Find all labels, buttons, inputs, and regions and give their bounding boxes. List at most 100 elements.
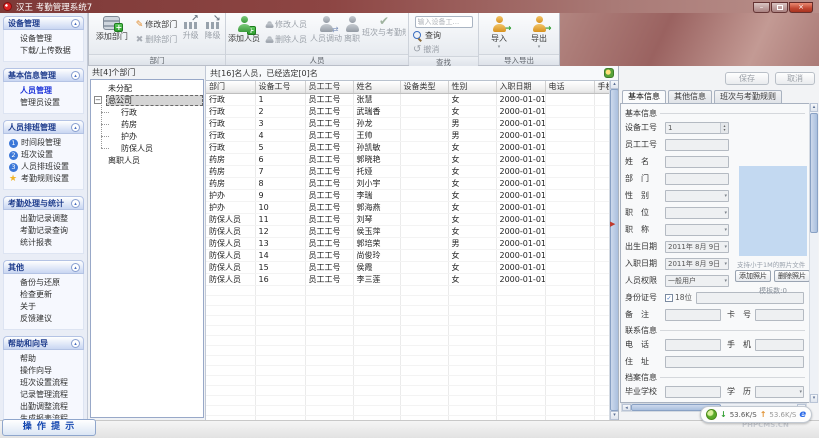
table-row[interactable]: 药房8员工工号刘小宇女2000-01-01 — [206, 177, 609, 189]
scrollbar-thumb[interactable] — [810, 113, 818, 233]
school-field[interactable] — [665, 386, 721, 398]
collapse-icon[interactable] — [71, 19, 80, 28]
sidebar-item[interactable]: 下载/上传数据 — [4, 45, 83, 57]
table-row[interactable]: 药房7员工工号托娅女2000-01-01 — [206, 165, 609, 177]
export-button[interactable]: → 导出 ▾ — [523, 14, 555, 54]
network-speed-widget[interactable]: ↓ 53.6K/S ↑ 53.6K/S e — [700, 406, 812, 423]
delete-photo-button[interactable]: 删除照片 — [774, 270, 810, 282]
device-no-spinner[interactable]: 1▴▾ — [665, 122, 729, 134]
sidebar-group-header[interactable]: 考勤处理与统计 — [3, 196, 84, 210]
sidebar-item[interactable]: ★考勤规则设置 — [4, 173, 83, 185]
sidebar-item[interactable]: 反馈建议 — [4, 313, 83, 325]
job-title-select[interactable]: ▾ — [665, 224, 729, 236]
phone-field[interactable] — [665, 339, 721, 351]
scroll-left-icon[interactable]: ◂ — [622, 404, 631, 411]
search-input[interactable] — [415, 16, 473, 28]
sidebar-item[interactable]: 人员管理 — [4, 85, 83, 97]
sidebar-group-header[interactable]: 人员排班管理 — [3, 120, 84, 134]
column-header[interactable]: 员工工号 — [305, 81, 353, 93]
table-row[interactable]: 防保人员14员工工号尚俊玲女2000-01-01 — [206, 249, 609, 261]
column-header[interactable]: 部门 — [206, 81, 255, 93]
close-button[interactable]: × — [789, 2, 813, 13]
hire-date-picker[interactable]: 2011年 8月 9日▾ — [665, 258, 729, 270]
detail-tab[interactable]: 其他信息 — [668, 90, 712, 103]
education-select[interactable]: ▾ — [755, 386, 804, 398]
shift-rule-button[interactable]: ✔ 班次与考勤规则 — [362, 14, 406, 54]
tree-node[interactable]: 护办 — [91, 130, 203, 142]
add-photo-button[interactable]: 添加照片 — [735, 270, 771, 282]
column-header[interactable]: 手机 — [594, 81, 609, 93]
spinner-arrows-icon[interactable]: ▴▾ — [720, 123, 728, 133]
sidebar-item[interactable]: 管理员设置 — [4, 97, 83, 109]
column-header[interactable]: 入职日期 — [496, 81, 545, 93]
downgrade-department-button[interactable]: 降级 — [202, 14, 223, 54]
sidebar-group-header[interactable]: 基本信息管理 — [3, 68, 84, 82]
tree-node[interactable]: 防保人员 — [91, 142, 203, 154]
sidebar-item[interactable]: 1时间段管理 — [4, 137, 83, 149]
splitter-collapse-arrow[interactable]: ▶ — [610, 220, 615, 228]
detail-vertical-scrollbar[interactable]: ▴ ▾ — [809, 103, 818, 403]
delete-department-button[interactable]: ✖ 删除部门 — [134, 33, 180, 46]
column-header[interactable]: 性别 — [448, 81, 496, 93]
sidebar-item[interactable]: 3人员排班设置 — [4, 161, 83, 173]
column-header[interactable]: 设备类型 — [400, 81, 448, 93]
sidebar-item[interactable]: 帮助 — [4, 353, 83, 365]
sidebar-item[interactable]: 2班次设置 — [4, 149, 83, 161]
column-header[interactable]: 姓名 — [353, 81, 400, 93]
sidebar-item[interactable]: 设备管理 — [4, 33, 83, 45]
sidebar-group-header[interactable]: 帮助和向导 — [3, 336, 84, 350]
add-person-button[interactable]: + 添加人员 — [228, 14, 260, 54]
emp-no-field[interactable] — [665, 139, 729, 151]
table-row[interactable]: 行政5员工工号孙凯敏女2000-01-01 — [206, 141, 609, 153]
undo-button[interactable]: ↺ 撤消 — [411, 43, 476, 56]
scroll-up-icon[interactable]: ▴ — [810, 103, 818, 112]
department-field[interactable] — [665, 173, 729, 185]
table-row[interactable]: 防保人员11员工工号刘琴女2000-01-01 — [206, 213, 609, 225]
collapse-icon[interactable] — [71, 71, 80, 80]
upgrade-department-button[interactable]: 升级 — [180, 14, 201, 54]
birth-date-picker[interactable]: 2011年 8月 9日▾ — [665, 241, 729, 253]
sidebar-item[interactable]: 考勤记录查询 — [4, 225, 83, 237]
collapse-icon[interactable] — [71, 123, 80, 132]
query-button[interactable]: 查询 — [411, 29, 476, 42]
sidebar-item[interactable]: 关于 — [4, 301, 83, 313]
permission-select[interactable]: 一般用户▾ — [665, 275, 729, 287]
collapse-icon[interactable] — [71, 263, 80, 272]
sidebar-item[interactable]: 统计报表 — [4, 237, 83, 249]
maximize-button[interactable] — [771, 2, 788, 13]
collapse-icon[interactable] — [71, 199, 80, 208]
tree-node[interactable]: 未分配 — [91, 82, 203, 94]
modify-department-button[interactable]: ✎ 修改部门 — [134, 18, 180, 31]
name-field[interactable] — [665, 156, 729, 168]
card-no-field[interactable] — [755, 309, 804, 321]
id-length-checkbox[interactable]: ✓ — [665, 294, 673, 302]
table-row[interactable]: 护办10员工工号郭海燕女2000-01-01 — [206, 201, 609, 213]
tree-node[interactable]: 离职人员 — [91, 154, 203, 166]
sidebar-group-header[interactable]: 其他 — [3, 260, 84, 274]
table-row[interactable]: 行政2员工工号武瑞香女2000-01-01 — [206, 105, 609, 117]
column-header[interactable]: 电话 — [545, 81, 594, 93]
position-select[interactable]: ▾ — [665, 207, 729, 219]
table-vertical-scrollbar[interactable]: ▴ ▾ — [609, 80, 618, 420]
tree-node[interactable]: 行政 — [91, 106, 203, 118]
table-row[interactable]: 防保人员12员工工号侯玉萍女2000-01-01 — [206, 225, 609, 237]
table-row[interactable]: 行政3员工工号孙龙男2000-01-01 — [206, 117, 609, 129]
tree-node[interactable]: 药房 — [91, 118, 203, 130]
sidebar-item[interactable]: 记录管理流程 — [4, 389, 83, 401]
sidebar-item[interactable]: 检查更新 — [4, 289, 83, 301]
sidebar-item[interactable]: 出勤调整流程 — [4, 401, 83, 413]
modify-person-button[interactable]: 修改人员 — [261, 18, 309, 31]
resign-button[interactable]: 离职 — [343, 14, 361, 54]
operation-tip-tab[interactable]: 操 作 提 示 — [2, 419, 96, 436]
cancel-button[interactable]: 取消 — [775, 72, 815, 85]
delete-person-button[interactable]: 删除人员 — [261, 33, 309, 46]
table-row[interactable]: 防保人员15员工工号侯霞女2000-01-01 — [206, 261, 609, 273]
sidebar-item[interactable]: 班次设置流程 — [4, 377, 83, 389]
table-row[interactable]: 防保人员13员工工号郭培荣男2000-01-01 — [206, 237, 609, 249]
table-row[interactable]: 护办9员工工号李瑞女2000-01-01 — [206, 189, 609, 201]
collapse-icon[interactable] — [71, 339, 80, 348]
gender-select[interactable]: ▾ — [665, 190, 729, 202]
save-button[interactable]: 保存 — [725, 72, 769, 85]
import-button[interactable]: → 导入 ▾ — [483, 14, 515, 54]
sidebar-group-header[interactable]: 设备管理 — [3, 16, 84, 30]
